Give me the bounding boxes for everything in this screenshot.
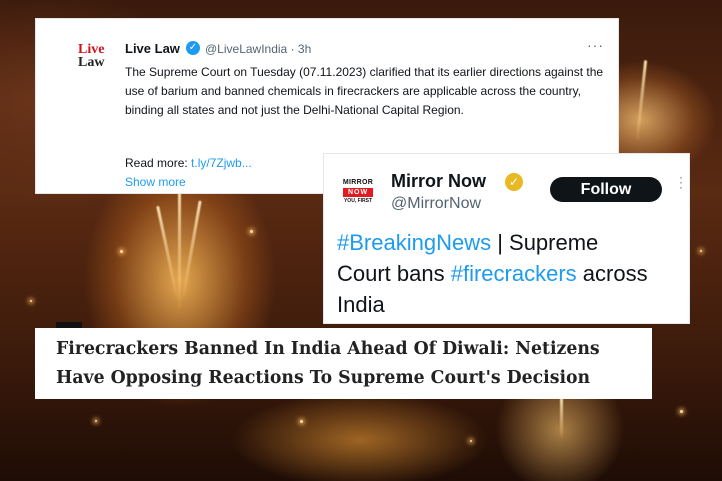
read-more-link[interactable]: t.ly/7Zjwb...: [191, 156, 252, 170]
headline-banner: Firecrackers Banned In India Ahead Of Di…: [35, 328, 652, 399]
mirrornow-logo-bottom: YOU, FIRST: [343, 198, 373, 204]
mirrornow-tweet-card[interactable]: MIRROR NOW YOU, FIRST Mirror Now ✓ @Mirr…: [323, 153, 690, 324]
mirrornow-logo[interactable]: MIRROR NOW YOU, FIRST: [341, 179, 375, 209]
livelaw-handle-time[interactable]: @LiveLawIndia · 3h: [205, 42, 311, 56]
mirrornow-logo-mid: NOW: [343, 188, 373, 197]
verified-badge-icon: ✓: [186, 41, 200, 55]
hashtag-breakingnews[interactable]: #BreakingNews: [337, 230, 491, 255]
spark: [470, 440, 472, 442]
mirrornow-tweet-text: #BreakingNews | Supreme Court bans #fire…: [337, 227, 657, 320]
headline-line-2: Have Opposing Reactions To Supreme Court…: [56, 368, 591, 388]
headline-line-1: Firecrackers Banned In India Ahead Of Di…: [56, 339, 600, 359]
follow-button[interactable]: Follow: [550, 177, 662, 202]
spark: [700, 250, 702, 252]
gold-verified-icon: ✓: [505, 173, 523, 191]
article-headline: Firecrackers Banned In India Ahead Of Di…: [56, 335, 646, 393]
mirrornow-logo-top: MIRROR: [342, 179, 374, 186]
spark: [250, 230, 253, 233]
spark-stream: [178, 190, 181, 310]
spark: [95, 420, 97, 422]
spark: [30, 300, 32, 302]
spark: [120, 250, 123, 253]
mirrornow-account-name[interactable]: Mirror Now: [391, 171, 486, 192]
livelaw-logo[interactable]: Live Law: [78, 43, 108, 77]
more-options-icon[interactable]: ···: [587, 37, 604, 53]
hashtag-firecrackers[interactable]: #firecrackers: [451, 261, 577, 286]
livelaw-tweet-text: The Supreme Court on Tuesday (07.11.2023…: [125, 65, 604, 117]
vertical-more-icon[interactable]: ⋮: [674, 175, 688, 189]
spark-stream: [560, 398, 563, 438]
show-more-link[interactable]: Show more: [125, 175, 186, 189]
livelaw-account-name[interactable]: Live Law: [125, 41, 180, 56]
read-more-label: Read more:: [125, 156, 192, 170]
livelaw-logo-line2: Law: [78, 55, 105, 70]
read-more-line: Read more: t.ly/7Zjwb...: [125, 156, 252, 170]
spark: [300, 420, 303, 423]
spark: [680, 410, 683, 413]
mirrornow-handle[interactable]: @MirrorNow: [391, 195, 481, 213]
